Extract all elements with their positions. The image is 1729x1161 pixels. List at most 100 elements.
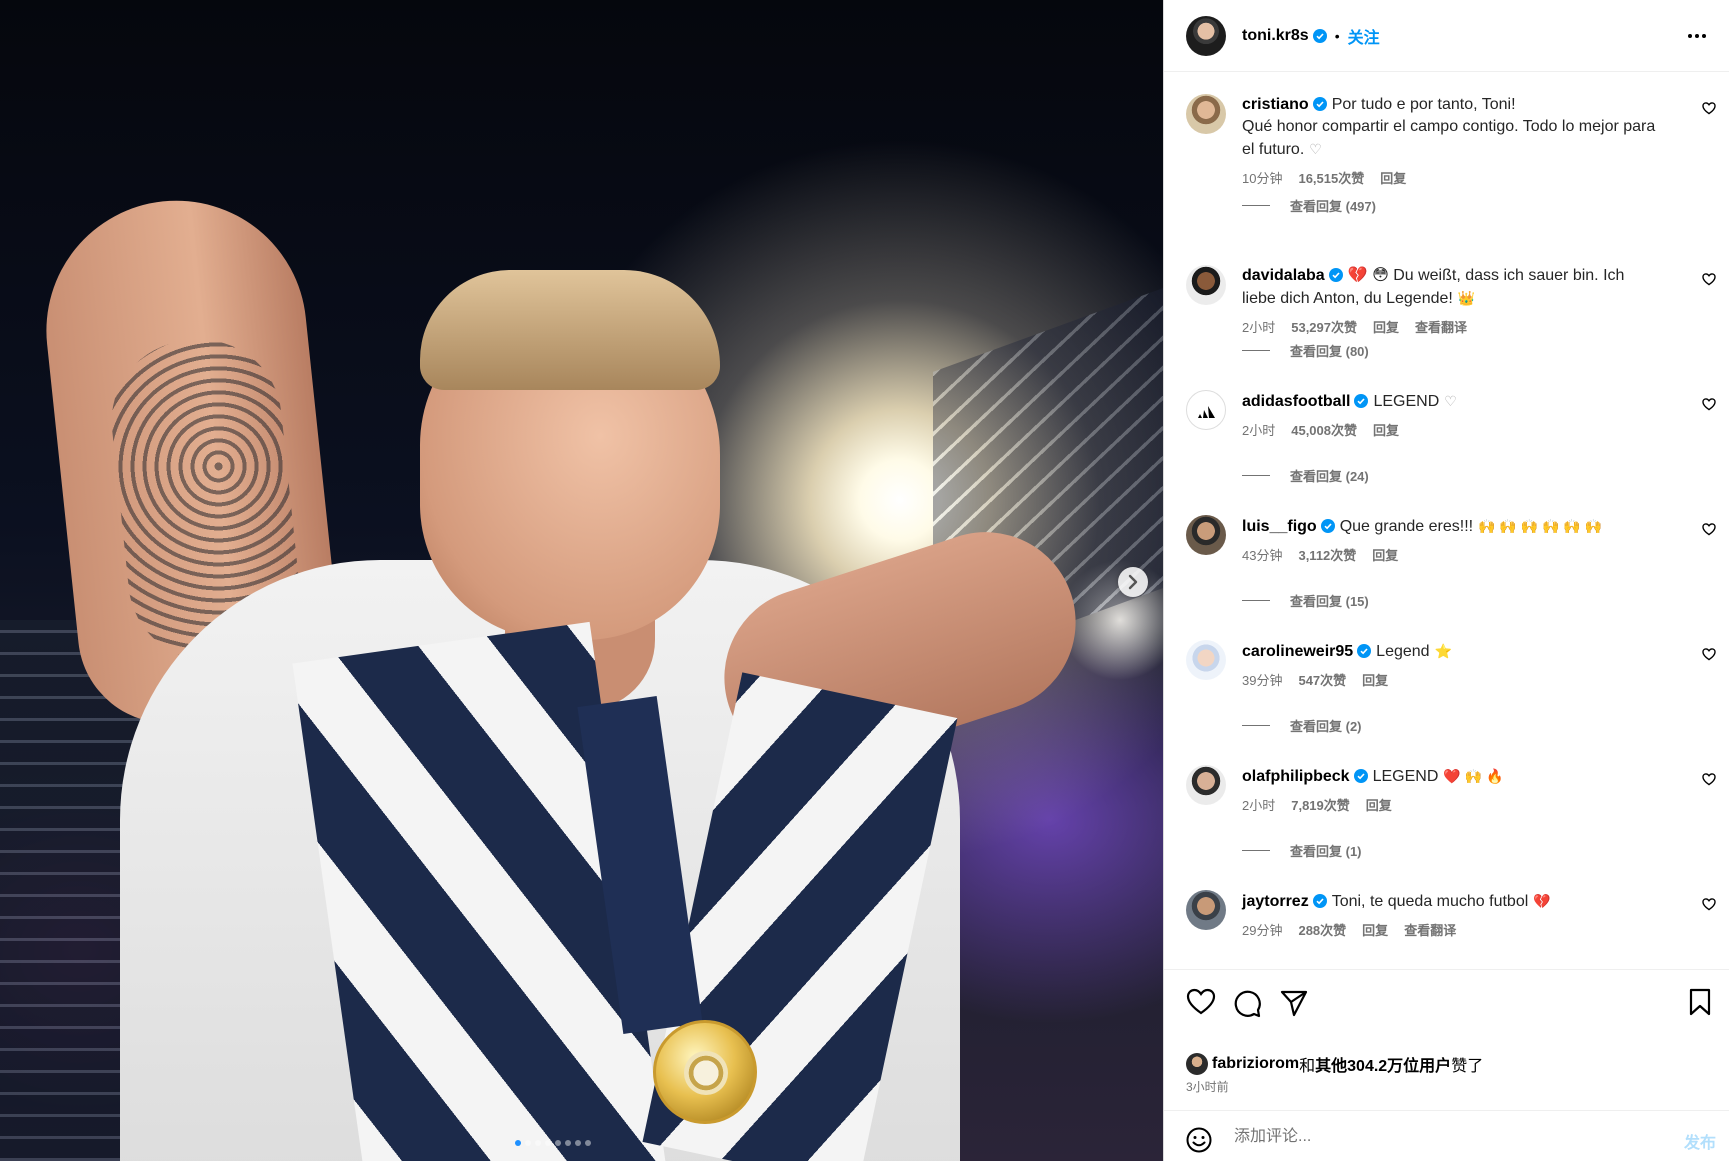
comment-time[interactable]: 39分钟 bbox=[1242, 670, 1282, 692]
author-username[interactable]: toni.kr8s bbox=[1242, 27, 1309, 45]
comment-username[interactable]: jaytorrez bbox=[1242, 893, 1309, 910]
view-replies-button[interactable]: 查看回复 (24) bbox=[1242, 466, 1369, 485]
comment-meta: 43分钟 3,112次赞 回复 bbox=[1242, 545, 1662, 567]
emoji-smile-icon[interactable] bbox=[1186, 1127, 1212, 1153]
comment-body: cristiano Por tudo e por tanto, Toni! Qué … bbox=[1242, 94, 1662, 190]
post-photo[interactable] bbox=[0, 0, 1163, 1161]
comment-username[interactable]: luis__figo bbox=[1242, 518, 1317, 535]
comment-input[interactable] bbox=[1234, 1123, 1634, 1151]
replies-divider bbox=[1242, 475, 1270, 476]
view-replies-button[interactable]: 查看回复 (1) bbox=[1242, 841, 1362, 860]
post-comment-button[interactable]: 发布 bbox=[1684, 1129, 1716, 1153]
more-horizontal-icon[interactable] bbox=[1686, 25, 1708, 47]
verified-badge-icon bbox=[1312, 894, 1327, 908]
reply-button[interactable]: 回复 bbox=[1372, 545, 1398, 567]
comment-like-heart-icon[interactable] bbox=[1702, 273, 1716, 286]
follow-button[interactable]: 关注 bbox=[1348, 24, 1380, 48]
comment-username[interactable]: davidalaba bbox=[1242, 267, 1325, 284]
comment-text-line2: Qué honor compartir el campo contigo. To… bbox=[1242, 118, 1656, 158]
post-time[interactable]: 3小时前 bbox=[1186, 1078, 1229, 1095]
comment-likes[interactable]: 3,112次赞 bbox=[1298, 545, 1356, 567]
comment-text: LEGEND bbox=[1373, 393, 1440, 410]
view-replies-button[interactable]: 查看回复 (80) bbox=[1242, 341, 1369, 360]
comment-like-heart-icon[interactable] bbox=[1702, 773, 1716, 786]
comment-username[interactable]: carolineweir95 bbox=[1242, 643, 1353, 660]
next-slide-button[interactable] bbox=[1118, 567, 1148, 597]
likes-others[interactable]: 其他304.2万位用户 bbox=[1315, 1052, 1451, 1076]
comment-like-heart-icon[interactable] bbox=[1702, 398, 1716, 411]
comment-time[interactable]: 43分钟 bbox=[1242, 545, 1282, 567]
commenter-avatar[interactable] bbox=[1186, 390, 1226, 430]
verified-badge-icon bbox=[1353, 769, 1368, 783]
carousel-dots bbox=[515, 1140, 591, 1146]
verified-badge-icon bbox=[1328, 268, 1343, 282]
comment-emoji: ♡ bbox=[1444, 393, 1457, 409]
view-replies-label: 查看回复 (80) bbox=[1290, 344, 1369, 359]
likes-summary[interactable]: fabriziorom 和 其他304.2万位用户 赞了 bbox=[1186, 1052, 1483, 1076]
comment-time[interactable]: 10分钟 bbox=[1242, 168, 1282, 190]
carousel-dot bbox=[515, 1140, 521, 1146]
comment-time[interactable]: 2小时 bbox=[1242, 420, 1275, 442]
post-sidebar: toni.kr8s • 关注 cristiano Por tudo e por t… bbox=[1163, 0, 1729, 1161]
adidas-logo-icon bbox=[1198, 406, 1215, 418]
reply-button[interactable]: 回复 bbox=[1366, 795, 1392, 817]
comment-like-heart-icon[interactable] bbox=[1702, 523, 1716, 536]
comment-meta: 29分钟 288次赞 回复 查看翻译 bbox=[1242, 920, 1662, 942]
comment-text: Toni, te queda mucho futbol bbox=[1331, 893, 1529, 910]
carousel-dot bbox=[575, 1140, 581, 1146]
reply-button[interactable]: 回复 bbox=[1380, 168, 1406, 190]
heart-icon[interactable] bbox=[1186, 988, 1216, 1016]
commenter-avatar[interactable] bbox=[1186, 265, 1226, 305]
comment-text: Legend bbox=[1376, 643, 1430, 660]
view-replies-button[interactable]: 查看回复 (2) bbox=[1242, 716, 1362, 735]
comment-text: LEGEND bbox=[1372, 768, 1439, 785]
translate-button[interactable]: 查看翻译 bbox=[1404, 920, 1456, 942]
commenter-avatar[interactable] bbox=[1186, 94, 1226, 134]
comments-list[interactable]: cristiano Por tudo e por tanto, Toni! Qué … bbox=[1164, 72, 1729, 969]
comment-emoji: 🙌 🙌 🙌 🙌 🙌 🙌 bbox=[1478, 518, 1603, 534]
view-replies-label: 查看回复 (15) bbox=[1290, 594, 1369, 609]
comment-emoji: ♡ bbox=[1309, 141, 1322, 157]
comment-time[interactable]: 2小时 bbox=[1242, 317, 1275, 339]
post-header: toni.kr8s • 关注 bbox=[1164, 0, 1729, 72]
comment-likes[interactable]: 547次赞 bbox=[1298, 670, 1346, 692]
comment-likes[interactable]: 45,008次赞 bbox=[1291, 420, 1357, 442]
commenter-avatar[interactable] bbox=[1186, 890, 1226, 930]
comment-username[interactable]: olafphilipbeck bbox=[1242, 768, 1350, 785]
replies-divider bbox=[1242, 850, 1270, 851]
commenter-avatar[interactable] bbox=[1186, 765, 1226, 805]
liker-username[interactable]: fabriziorom bbox=[1212, 1055, 1299, 1073]
view-replies-button[interactable]: 查看回复 (15) bbox=[1242, 591, 1369, 610]
verified-badge-icon bbox=[1312, 28, 1327, 43]
reply-button[interactable]: 回复 bbox=[1373, 420, 1399, 442]
comment-username[interactable]: cristiano bbox=[1242, 96, 1309, 113]
reply-button[interactable]: 回复 bbox=[1362, 920, 1388, 942]
comment-likes[interactable]: 288次赞 bbox=[1298, 920, 1346, 942]
comment-like-heart-icon[interactable] bbox=[1702, 648, 1716, 661]
comment-body: carolineweir95 Legend ⭐ 39分钟 547次赞 回复 bbox=[1242, 640, 1662, 692]
comment-time[interactable]: 29分钟 bbox=[1242, 920, 1282, 942]
reply-button[interactable]: 回复 bbox=[1362, 670, 1388, 692]
comment-time[interactable]: 2小时 bbox=[1242, 795, 1275, 817]
comment-emoji: 💔 bbox=[1533, 893, 1551, 909]
carousel-dot bbox=[535, 1140, 541, 1146]
comment-likes[interactable]: 16,515次赞 bbox=[1298, 168, 1364, 190]
chevron-right-icon bbox=[1128, 574, 1138, 590]
comment-username[interactable]: adidasfootball bbox=[1242, 393, 1350, 410]
view-replies-button[interactable]: 查看回复 (497) bbox=[1242, 196, 1376, 215]
comment-icon[interactable] bbox=[1232, 988, 1262, 1018]
send-icon[interactable] bbox=[1279, 988, 1309, 1018]
post-actions: fabriziorom 和 其他304.2万位用户 赞了 3小时前 发布 bbox=[1164, 969, 1729, 1161]
reply-button[interactable]: 回复 bbox=[1373, 317, 1399, 339]
author-avatar[interactable] bbox=[1186, 15, 1226, 56]
bookmark-icon[interactable] bbox=[1688, 988, 1712, 1016]
comment-likes[interactable]: 53,297次赞 bbox=[1291, 317, 1357, 339]
comment-like-heart-icon[interactable] bbox=[1702, 102, 1716, 115]
commenter-avatar[interactable] bbox=[1186, 640, 1226, 680]
comment-like-heart-icon[interactable] bbox=[1702, 898, 1716, 911]
commenter-avatar[interactable] bbox=[1186, 515, 1226, 555]
likes-and: 和 bbox=[1299, 1058, 1316, 1075]
comment-likes[interactable]: 7,819次赞 bbox=[1291, 795, 1350, 817]
comment-meta: 10分钟 16,515次赞 回复 bbox=[1242, 168, 1662, 190]
translate-button[interactable]: 查看翻译 bbox=[1415, 317, 1467, 339]
